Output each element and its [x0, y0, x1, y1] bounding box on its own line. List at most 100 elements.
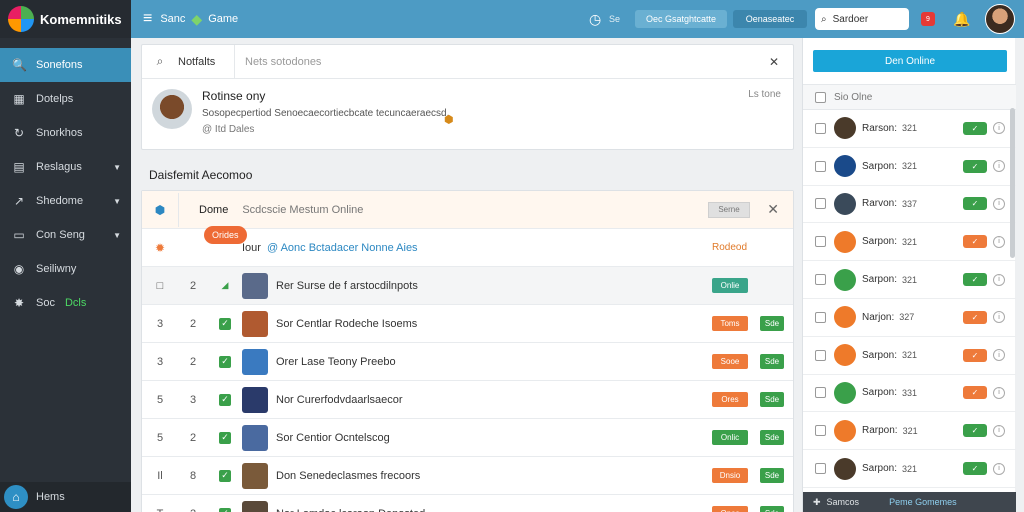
player-checkbox[interactable] [815, 349, 826, 361]
table-row[interactable]: 3 2 ✓ Sor Centlar Rodeche Isoems Toms Sde [142, 305, 793, 343]
sidebar-item-6[interactable]: ◉ Seiliwny [0, 252, 131, 286]
player-row[interactable]: Rarvon: 337 ✓ i [803, 186, 1016, 224]
player-info-icon[interactable]: i [993, 273, 1005, 286]
player-checkbox[interactable] [815, 274, 826, 286]
player-info-icon[interactable]: i [993, 235, 1005, 248]
player-checkbox[interactable] [815, 198, 826, 210]
serve-button[interactable]: Serne [708, 201, 750, 218]
row-title[interactable]: Sor Centior Ocntelscog [276, 432, 390, 444]
sidebar-footer[interactable]: ⌂ Hems [0, 482, 131, 512]
sidebar-item-2[interactable]: ↻ Snorkhos [0, 116, 131, 150]
player-toggle[interactable]: ✓ [963, 424, 987, 438]
status-pill[interactable]: Oec Gsatghtcatte [635, 10, 727, 28]
player-row[interactable]: Sarpon: 321 ✓ i [803, 148, 1016, 186]
player-toggle[interactable]: ✓ [963, 197, 987, 211]
bell-icon[interactable]: 🔔 [953, 11, 970, 28]
notification-badge[interactable]: 9 [921, 12, 935, 26]
subheader-link[interactable]: @ Aonc Bctadacer Nonne Aies [267, 242, 418, 254]
player-row[interactable]: Rarson: 321 ✓ i [803, 110, 1016, 148]
table-row[interactable]: □ 2 ◢ Rer Surse de f arstocdilnpots Onlie [142, 267, 793, 305]
player-row[interactable]: Sarpon: 321 ✓ i [803, 337, 1016, 375]
player-toggle[interactable]: ✓ [963, 462, 987, 476]
sidebar-item-3[interactable]: ▤ Reslagus ▼ [0, 150, 131, 184]
status-badge[interactable]: Onlic [712, 430, 748, 445]
orders-tag[interactable]: Orides [204, 226, 247, 244]
player-info-icon[interactable]: i [993, 424, 1005, 437]
status-badge[interactable]: Sde [760, 354, 784, 369]
table-row[interactable]: 3 2 ✓ Orer Lase Teony Preebo Sooe Sde [142, 343, 793, 381]
player-row[interactable]: Rarpon: 321 ✓ i [803, 412, 1016, 451]
status-badge[interactable]: Sde [760, 316, 784, 331]
close-icon[interactable]: ✕ [769, 55, 779, 69]
player-checkbox[interactable] [815, 236, 826, 248]
row-title[interactable]: Nar Lomdac lcaraon Deposted [276, 508, 425, 512]
clock-icon[interactable]: ◷ [589, 11, 601, 28]
player-toggle[interactable]: ✓ [963, 310, 987, 324]
den-online-button[interactable]: Den Online [813, 50, 1007, 72]
notification-item[interactable]: Rotinse ony Sosopecpertiod Senoecaecorti… [142, 79, 793, 149]
status-badge[interactable]: Dnsio [712, 468, 748, 483]
player-row[interactable]: Sarpon: 321 ✓ i [803, 223, 1016, 262]
status-badge[interactable]: Sde [760, 468, 784, 483]
row-checkbox[interactable]: ◢ [219, 280, 231, 292]
footer-link[interactable]: Peme Gomemes [889, 497, 957, 507]
player-checkbox[interactable] [815, 463, 826, 475]
status-badge[interactable]: Sde [760, 430, 784, 445]
player-toggle[interactable]: ✓ [963, 273, 987, 287]
row-checkbox[interactable]: ✓ [219, 507, 231, 512]
close-icon[interactable]: ✕ [767, 201, 779, 218]
breadcrumb-item-current[interactable]: Game [208, 13, 238, 25]
scrollbar[interactable] [1010, 108, 1015, 258]
player-row[interactable]: Narjon: 327 ✓ i [803, 299, 1016, 337]
table-row[interactable]: 5 3 ✓ Nor Curerfodvdaarlsaecor Ores Sde [142, 381, 793, 419]
notifications-search-input[interactable]: Nets sotodones [245, 56, 321, 68]
player-info-icon[interactable]: i [993, 122, 1005, 135]
player-checkbox[interactable] [815, 311, 826, 323]
status-badge[interactable]: Sooe [712, 354, 748, 369]
sidebar-item-5[interactable]: ▭ Con Seng ▼ [0, 218, 131, 252]
player-toggle[interactable]: ✓ [963, 235, 987, 249]
player-info-icon[interactable]: i [993, 386, 1005, 399]
status-badge[interactable]: Sde [760, 392, 784, 407]
sidebar-item-7[interactable]: ✸ Soc Dcls [0, 286, 131, 320]
player-toggle[interactable]: ✓ [963, 348, 987, 362]
row-checkbox[interactable]: ✓ [219, 393, 231, 406]
hamburger-menu-icon[interactable]: ≡ [143, 10, 152, 28]
player-checkbox[interactable] [815, 425, 826, 437]
player-info-icon[interactable]: i [993, 462, 1005, 475]
player-info-icon[interactable]: i [993, 311, 1005, 324]
status-badge[interactable]: Ones [712, 506, 748, 512]
status-badge[interactable]: Sde [760, 506, 784, 512]
table-row[interactable]: T2 ✓ Nar Lomdac lcaraon Deposted Ones Sde [142, 495, 793, 512]
row-checkbox[interactable]: ✓ [219, 469, 231, 482]
player-info-icon[interactable]: i [993, 197, 1005, 210]
sidebar-item-1[interactable]: ▦ Dotelps [0, 82, 131, 116]
status-badge[interactable]: Ores [712, 392, 748, 407]
user-avatar[interactable] [985, 4, 1015, 34]
player-checkbox[interactable] [815, 122, 826, 134]
player-toggle[interactable]: ✓ [963, 386, 987, 400]
player-info-icon[interactable]: i [993, 349, 1005, 362]
player-row[interactable]: Sarpon: 331 ✓ i [803, 375, 1016, 413]
player-toggle[interactable]: ✓ [963, 121, 987, 135]
row-checkbox[interactable]: ✓ [219, 431, 231, 444]
player-row[interactable]: Sarpon: 321 ✓ i [803, 450, 1016, 488]
player-row[interactable]: Sarpon: 321 ✓ i [803, 261, 1016, 299]
row-title[interactable]: Sor Centlar Rodeche Isoems [276, 318, 417, 330]
status-badge[interactable]: Onlie [712, 278, 748, 293]
table-row[interactable]: 5 2 ✓ Sor Centior Ocntelscog Onlic Sde [142, 419, 793, 457]
select-all-checkbox[interactable] [815, 91, 826, 103]
player-checkbox[interactable] [815, 387, 826, 399]
search-icon[interactable]: ⌕ [142, 54, 178, 69]
brand[interactable]: Komemnitiks [0, 0, 131, 38]
row-title[interactable]: Rer Surse de f arstocdilnpots [276, 280, 418, 292]
table-row[interactable]: Il 8 ✓ Don Senedeclasmes frecoors Dnsio Sde [142, 457, 793, 495]
sidebar-item-0[interactable]: 🔍 Sonefons [0, 48, 131, 82]
filter-pill[interactable]: Oenaseatec [733, 10, 807, 28]
row-title[interactable]: Orer Lase Teony Preebo [276, 356, 396, 368]
row-checkbox[interactable]: ✓ [219, 317, 231, 330]
status-badge[interactable]: Toms [712, 316, 748, 331]
row-checkbox[interactable]: ✓ [219, 355, 231, 368]
player-checkbox[interactable] [815, 160, 826, 172]
search-input[interactable]: ⌕ Sardoer [815, 8, 909, 30]
